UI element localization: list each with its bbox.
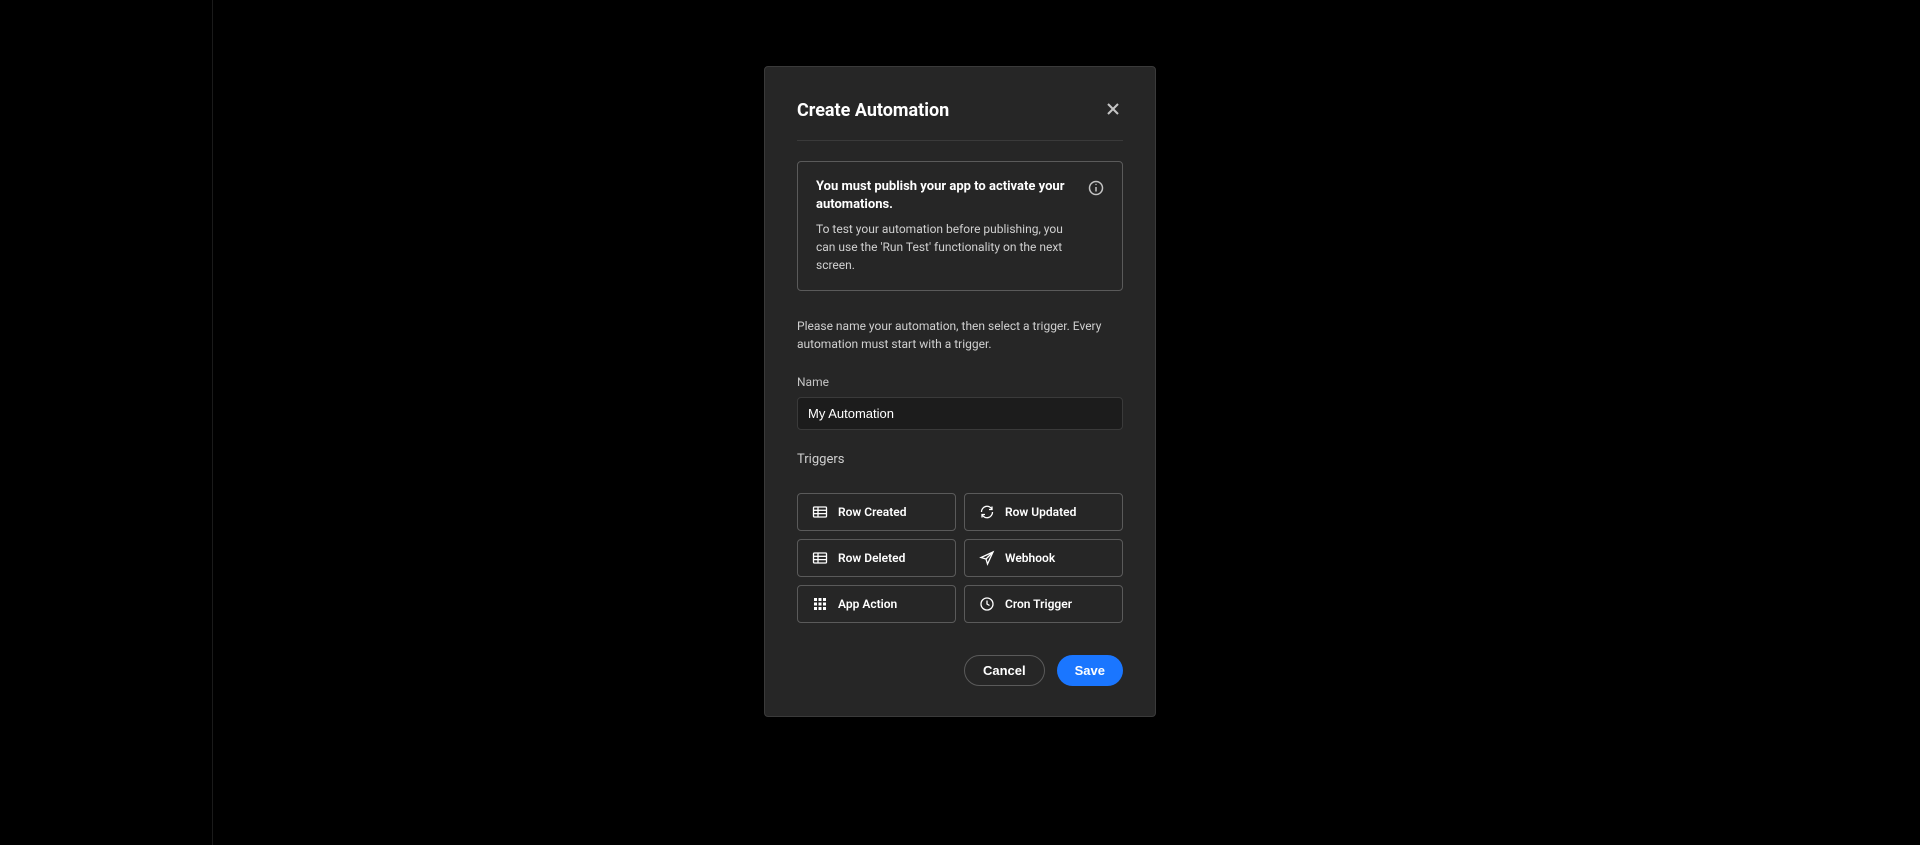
cancel-button[interactable]: Cancel — [964, 655, 1045, 686]
info-content: You must publish your app to activate yo… — [816, 178, 1074, 274]
automation-name-input[interactable] — [797, 397, 1123, 430]
modal-overlay: Create Automation You must publish your … — [0, 0, 1920, 845]
modal-footer: Cancel Save — [797, 655, 1123, 686]
trigger-label: App Action — [838, 597, 897, 611]
grid-icon — [812, 596, 828, 612]
refresh-icon — [979, 504, 995, 520]
trigger-label: Webhook — [1005, 551, 1055, 565]
trigger-app-action[interactable]: App Action — [797, 585, 956, 623]
modal-header: Create Automation — [797, 99, 1123, 141]
trigger-label: Row Created — [838, 505, 906, 519]
trigger-cron[interactable]: Cron Trigger — [964, 585, 1123, 623]
create-automation-modal: Create Automation You must publish your … — [764, 66, 1156, 717]
close-button[interactable] — [1103, 99, 1123, 122]
send-icon — [979, 550, 995, 566]
name-label: Name — [797, 375, 1123, 389]
trigger-row-created[interactable]: Row Created — [797, 493, 956, 531]
info-title: You must publish your app to activate yo… — [816, 178, 1074, 214]
publish-info-box: You must publish your app to activate yo… — [797, 161, 1123, 291]
trigger-row-deleted[interactable]: Row Deleted — [797, 539, 956, 577]
modal-title: Create Automation — [797, 100, 949, 121]
info-icon — [1088, 180, 1104, 200]
trigger-label: Cron Trigger — [1005, 597, 1072, 611]
triggers-label: Triggers — [797, 452, 1123, 467]
info-description: To test your automation before publishin… — [816, 220, 1074, 274]
table-icon — [812, 504, 828, 520]
helper-text: Please name your automation, then select… — [797, 317, 1123, 353]
close-icon — [1105, 101, 1121, 120]
trigger-label: Row Updated — [1005, 505, 1076, 519]
clock-icon — [979, 596, 995, 612]
table-delete-icon — [812, 550, 828, 566]
trigger-row-updated[interactable]: Row Updated — [964, 493, 1123, 531]
modal-body: You must publish your app to activate yo… — [797, 141, 1123, 686]
trigger-grid: Row Created Row Updated — [797, 493, 1123, 623]
trigger-webhook[interactable]: Webhook — [964, 539, 1123, 577]
save-button[interactable]: Save — [1057, 655, 1123, 686]
trigger-label: Row Deleted — [838, 551, 905, 565]
